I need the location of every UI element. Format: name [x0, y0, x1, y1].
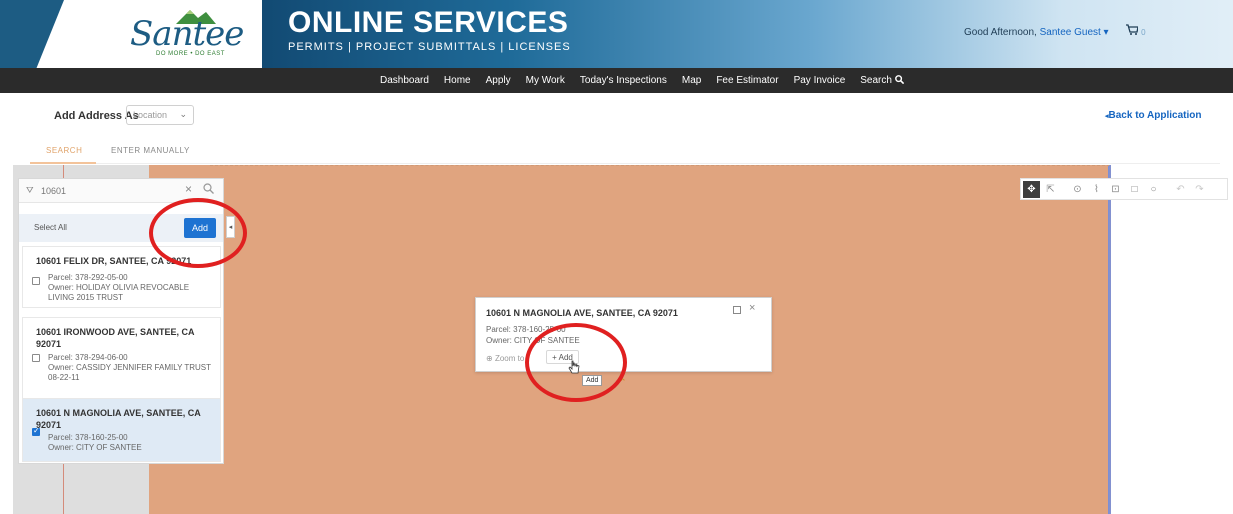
back-link-label: Back to Application [1108, 110, 1202, 121]
nav-home[interactable]: Home [444, 75, 471, 86]
undo-icon[interactable]: ↶ [1172, 181, 1189, 198]
zoom-icon: ⊕ [486, 354, 493, 363]
maximize-icon[interactable] [733, 306, 741, 314]
cart-button[interactable]: 0 [1126, 24, 1146, 38]
pin-icon[interactable]: ⊙ [1069, 181, 1086, 198]
result-checkbox[interactable] [32, 354, 40, 362]
address-type-value: Location [133, 110, 168, 120]
greeting-text: Good Afternoon, [964, 27, 1037, 38]
cart-count: 0 [1141, 28, 1146, 37]
nav-my-work[interactable]: My Work [526, 75, 565, 86]
result-parcel: Parcel: 378-292-05-00 [48, 273, 128, 282]
zoom-to-link[interactable]: ⊕ Zoom to [486, 354, 524, 363]
nav-dashboard[interactable]: Dashboard [380, 75, 429, 86]
map-dashed-boundary [210, 165, 1110, 166]
logo-tagline: DO MORE • DO EAST [156, 51, 225, 57]
map-toolbar: ✥ ⇱ ⊙ ⌇ ⊡ □ ○ ↶ ↷ [1020, 178, 1228, 200]
map-right-boundary [1109, 165, 1111, 514]
active-tab-indicator [30, 162, 96, 164]
tabs-divider [30, 163, 1220, 164]
chevron-down-icon: ⌄ [179, 109, 187, 119]
annotation-circle-popup-add [525, 323, 627, 402]
tab-enter-manually[interactable]: ENTER MANUALLY [111, 146, 190, 155]
result-owner: Owner: CASSIDY JENNIFER FAMILY TRUST 08-… [48, 363, 211, 382]
result-checkbox-checked[interactable] [32, 426, 40, 436]
circle-icon[interactable]: ○ [1145, 181, 1162, 198]
back-to-application-link[interactable]: ◂Back to Application [1105, 110, 1202, 121]
user-name: Santee Guest [1039, 27, 1101, 38]
user-menu[interactable]: Santee Guest ▾ [1040, 27, 1109, 38]
result-item[interactable]: 10601 IRONWOOD AVE, SANTEE, CA 92071 Par… [22, 317, 221, 403]
result-owner: Owner: HOLIDAY OLIVIA REVOCABLE LIVING 2… [48, 283, 190, 302]
rectangle-icon[interactable]: □ [1126, 181, 1143, 198]
select-all-link[interactable]: Select All [34, 223, 67, 232]
popup-title: 10601 N MAGNOLIA AVE, SANTEE, CA 92071 [486, 308, 678, 318]
close-icon[interactable]: × [749, 302, 755, 314]
result-item-selected[interactable]: 10601 N MAGNOLIA AVE, SANTEE, CA 92071 P… [22, 398, 221, 462]
result-parcel: Parcel: 378-294-06-00 [48, 353, 128, 362]
nav-todays-inspections[interactable]: Today's Inspections [580, 75, 667, 86]
result-title: 10601 IRONWOOD AVE, SANTEE, CA 92071 [36, 327, 195, 349]
search-icon[interactable] [203, 183, 214, 194]
logo-wordmark: Santee [130, 14, 244, 54]
tab-search[interactable]: SEARCH [46, 146, 82, 155]
edit-polygon-icon[interactable]: ⊡ [1107, 181, 1124, 198]
nav-map[interactable]: Map [682, 75, 701, 86]
site-title: ONLINE SERVICES [288, 6, 569, 39]
nav-apply[interactable]: Apply [486, 75, 511, 86]
filter-icon[interactable]: ⛛ [26, 185, 34, 196]
map-right-area [1111, 165, 1233, 514]
main-nav: Dashboard Home Apply My Work Today's Ins… [0, 68, 1233, 93]
result-checkbox[interactable] [32, 277, 40, 285]
page: Santee DO MORE • DO EAST ONLINE SERVICES… [0, 0, 1233, 514]
annotation-circle-add-button [149, 198, 247, 268]
nav-pay-invoice[interactable]: Pay Invoice [794, 75, 846, 86]
result-parcel: Parcel: 378-160-25-00 [48, 433, 128, 442]
close-icon[interactable]: × [185, 182, 192, 196]
nav-fee-estimator[interactable]: Fee Estimator [716, 75, 778, 86]
address-type-select[interactable]: Location ⌄ [126, 105, 194, 125]
result-title: 10601 N MAGNOLIA AVE, SANTEE, CA 92071 [36, 408, 201, 430]
select-icon[interactable]: ⇱ [1042, 181, 1059, 198]
polyline-icon[interactable]: ⌇ [1088, 181, 1105, 198]
search-input[interactable] [41, 183, 181, 199]
santee-logo[interactable]: Santee DO MORE • DO EAST [120, 8, 244, 60]
pan-icon[interactable]: ✥ [1023, 180, 1040, 198]
site-header: Santee DO MORE • DO EAST ONLINE SERVICES… [0, 0, 1233, 68]
nav-search[interactable]: Search [860, 75, 904, 86]
zoom-to-label: Zoom to [494, 354, 525, 363]
site-subtitle: PERMITS | PROJECT SUBMITTALS | LICENSES [288, 41, 571, 53]
cart-icon [1126, 24, 1139, 35]
result-owner: Owner: CITY OF SANTEE [48, 443, 142, 452]
redo-icon[interactable]: ↷ [1191, 181, 1208, 198]
search-icon [894, 75, 904, 85]
greeting: Good Afternoon, Santee Guest ▾ [964, 27, 1109, 38]
nav-items: Dashboard Home Apply My Work Today's Ins… [380, 68, 919, 93]
nav-search-label: Search [860, 75, 892, 86]
